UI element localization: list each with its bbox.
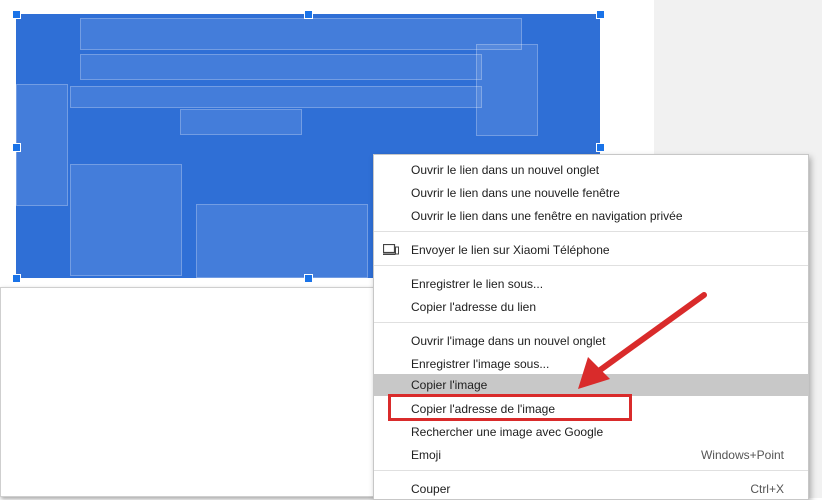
menu-item-label: Ouvrir le lien dans une fenêtre en navig…: [411, 209, 683, 223]
image-book-left: [16, 84, 68, 206]
menu-separator: [374, 470, 808, 471]
image-nav-strip: [80, 54, 482, 80]
blank-overlay-panel: [0, 287, 375, 497]
menu-item-open-link-new-tab[interactable]: Ouvrir le lien dans un nouvel onglet: [374, 159, 808, 181]
resize-handle-middle-right[interactable]: [596, 143, 605, 152]
menu-separator: [374, 231, 808, 232]
device-icon: [383, 244, 399, 255]
resize-handle-middle-left[interactable]: [12, 143, 21, 152]
menu-item-cut[interactable]: Couper Ctrl+X: [374, 478, 808, 500]
resize-handle-top-right[interactable]: [596, 10, 605, 19]
resize-handle-top-center[interactable]: [304, 10, 313, 19]
menu-item-label: Rechercher une image avec Google: [411, 425, 604, 439]
image-bookshelf: [476, 44, 538, 136]
image-illustration: [196, 204, 368, 278]
menu-item-shortcut: Windows+Point: [700, 448, 784, 462]
menu-item-label: Couper: [411, 482, 451, 496]
menu-item-shortcut: Ctrl+X: [750, 482, 784, 496]
menu-separator: [374, 265, 808, 266]
menu-item-open-link-private-window[interactable]: Ouvrir le lien dans une fenêtre en navig…: [374, 205, 808, 227]
menu-item-label: Copier l'adresse du lien: [411, 300, 537, 314]
menu-item-label: Ouvrir le lien dans un nouvel onglet: [411, 163, 600, 177]
image-menu-strip: [70, 86, 482, 108]
menu-item-open-link-new-window[interactable]: Ouvrir le lien dans une nouvelle fenêtre: [374, 182, 808, 204]
annotation-arrow-icon: [578, 292, 707, 389]
annotation-highlight-box: [388, 394, 632, 421]
image-sidebar-widget: [70, 164, 182, 276]
image-header-strip: [80, 18, 522, 50]
menu-item-label: Ouvrir le lien dans une nouvelle fenêtre: [411, 186, 620, 200]
image-banner: [180, 109, 302, 135]
menu-item-emoji[interactable]: Emoji Windows+Point: [374, 444, 808, 466]
menu-item-label: Enregistrer le lien sous...: [411, 277, 544, 291]
menu-item-label: Enregistrer l'image sous...: [411, 357, 550, 371]
resize-handle-top-left[interactable]: [12, 10, 21, 19]
menu-item-label: Copier l'image: [411, 378, 488, 392]
menu-item-search-image-google[interactable]: Rechercher une image avec Google: [374, 421, 808, 443]
menu-item-send-link-device[interactable]: Envoyer le lien sur Xiaomi Téléphone: [374, 239, 808, 261]
menu-item-label: Emoji: [411, 448, 442, 462]
menu-item-label: Envoyer le lien sur Xiaomi Téléphone: [411, 243, 610, 257]
